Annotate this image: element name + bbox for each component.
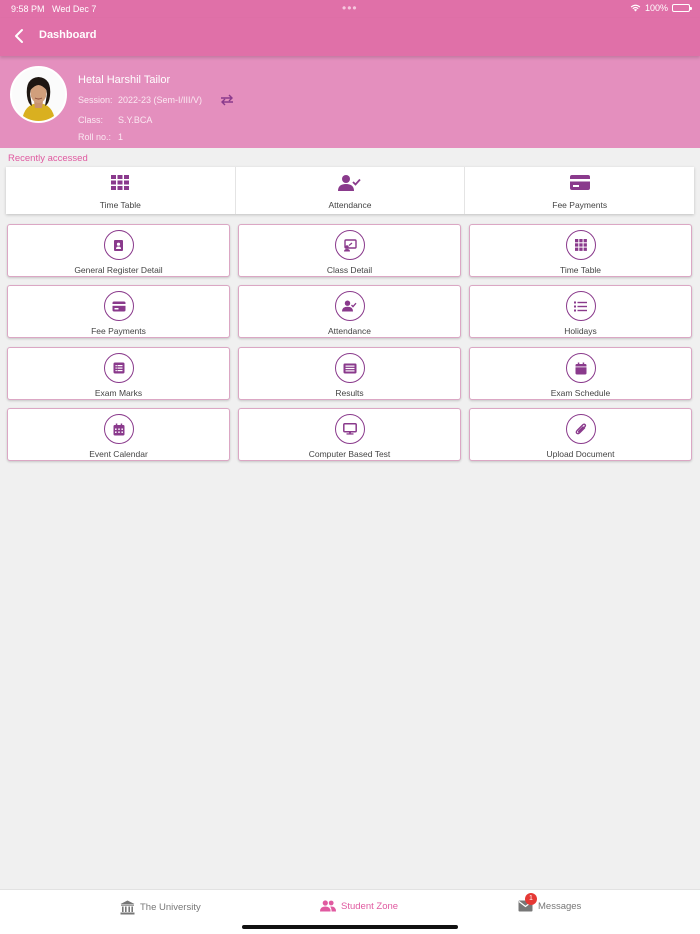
module-label: Holidays <box>564 326 597 336</box>
university-icon <box>120 900 135 915</box>
module-exam-marks[interactable]: Exam Marks <box>7 347 230 400</box>
mail-icon-wrap: 1 <box>518 893 537 912</box>
list-icon <box>574 301 587 311</box>
recently-accessed-heading: Recently accessed <box>8 153 88 164</box>
module-computer-based-test[interactable]: Computer Based Test <box>238 408 461 461</box>
tab-the-university[interactable]: The University <box>120 900 201 915</box>
module-label: Exam Schedule <box>550 388 611 398</box>
status-right: 100% <box>630 3 692 13</box>
recent-item-label: Fee Payments <box>552 200 608 210</box>
tab-student-zone[interactable]: Student Zone <box>320 900 398 912</box>
module-label: Results <box>335 388 364 398</box>
nav-bar: Dashboard <box>0 18 700 56</box>
module-results[interactable]: Results <box>238 347 461 400</box>
session-row: Session: 2022-23 (Sem-I/III/V) <box>78 95 202 105</box>
module-label: Exam Marks <box>94 388 143 398</box>
messages-badge: 1 <box>525 893 537 905</box>
back-chevron-icon[interactable] <box>10 26 30 46</box>
wifi-icon <box>630 4 641 12</box>
calendar-grid-icon <box>113 423 124 435</box>
status-bar: 9:58 PM Wed Dec 7 ••• 100% <box>0 0 700 18</box>
contact-book-icon <box>114 239 123 251</box>
module-holidays[interactable]: Holidays <box>469 285 692 338</box>
session-value: 2022-23 (Sem-I/III/V) <box>118 95 203 105</box>
module-label: Class Detail <box>326 265 373 275</box>
multitask-dots-icon[interactable]: ••• <box>342 1 358 15</box>
module-time-table[interactable]: Time Table <box>469 224 692 277</box>
module-label: Attendance <box>327 326 371 336</box>
recent-item-label: Time Table <box>99 200 141 210</box>
recent-item-fee-payments[interactable]: Fee Payments <box>465 167 694 214</box>
status-time: 9:58 PM Wed Dec 7 <box>11 4 97 14</box>
module-label: General Register Detail <box>74 265 163 275</box>
student-name: Hetal Harshil Tailor <box>78 74 171 86</box>
class-label: Class: <box>78 115 104 125</box>
roll-value: 1 <box>118 132 124 142</box>
session-label: Session: <box>78 95 113 105</box>
module-class-detail[interactable]: Class Detail <box>238 224 461 277</box>
module-fee-payments[interactable]: Fee Payments <box>7 285 230 338</box>
module-label: Time Table <box>559 265 602 275</box>
grid-icon <box>111 175 130 190</box>
tab-label: Student Zone <box>341 900 399 912</box>
profile-header: Hetal Harshil Tailor Session: 2022-23 (S… <box>0 56 700 148</box>
module-exam-schedule[interactable]: Exam Schedule <box>469 347 692 400</box>
module-label: Upload Document <box>546 449 615 459</box>
swap-session-icon[interactable] <box>220 94 234 106</box>
newspaper-icon <box>343 363 356 373</box>
class-value: S.Y.BCA <box>118 115 153 125</box>
module-label: Computer Based Test <box>308 449 391 459</box>
tab-label: Messages <box>538 900 582 912</box>
recent-item-attendance[interactable]: Attendance <box>236 167 466 214</box>
recent-item-label: Attendance <box>328 200 372 210</box>
user-check-icon <box>338 175 361 191</box>
monitor-icon <box>342 423 357 435</box>
recent-item-time-table[interactable]: Time Table <box>6 167 236 214</box>
roll-label: Roll no.: <box>78 132 112 142</box>
page-title: Dashboard <box>39 29 97 41</box>
user-check-icon <box>342 300 357 312</box>
battery-icon <box>672 4 692 12</box>
credit-card-icon <box>112 301 125 311</box>
presentation-icon <box>343 238 357 251</box>
roll-row: Roll no.: 1 <box>78 132 123 142</box>
class-row: Class: S.Y.BCA <box>78 115 152 125</box>
tab-label: The University <box>140 902 201 913</box>
module-label: Event Calendar <box>89 449 148 459</box>
home-indicator[interactable] <box>242 925 458 929</box>
recently-accessed-bar: Time Table Attendance Fee Payments <box>6 167 694 214</box>
tab-messages[interactable]: 1 Messages <box>518 893 582 912</box>
grid-icon <box>574 239 587 251</box>
module-general-register-detail[interactable]: General Register Detail <box>7 224 230 277</box>
calendar-icon <box>575 362 586 374</box>
avatar[interactable] <box>10 66 67 123</box>
module-label: Fee Payments <box>91 326 146 336</box>
module-attendance[interactable]: Attendance <box>238 285 461 338</box>
list-box-icon <box>113 362 124 374</box>
battery-percent: 100% <box>644 3 668 13</box>
paperclip-icon <box>575 423 586 435</box>
module-event-calendar[interactable]: Event Calendar <box>7 408 230 461</box>
module-upload-document[interactable]: Upload Document <box>469 408 692 461</box>
people-icon <box>320 900 336 912</box>
credit-card-icon <box>569 175 590 190</box>
